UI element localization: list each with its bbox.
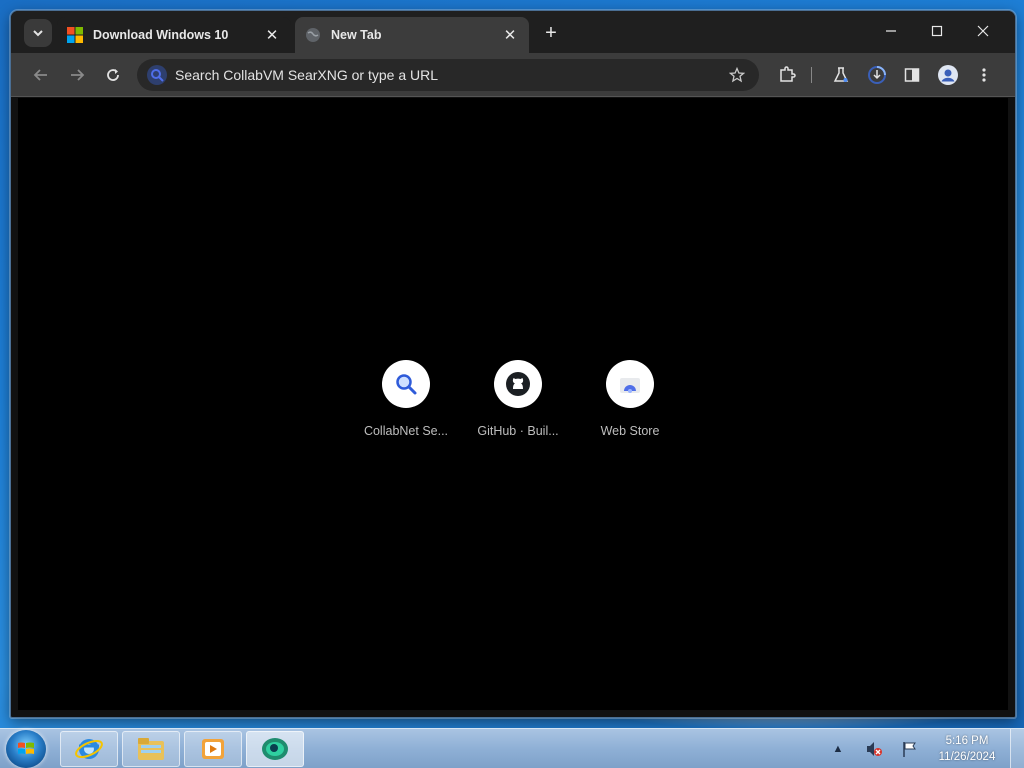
new-tab-button[interactable]: + bbox=[539, 21, 563, 45]
taskbar-file-explorer[interactable] bbox=[122, 731, 180, 767]
system-tray: ▲ 5:16 PM 11/26/2024 bbox=[820, 729, 1024, 768]
side-panel-icon bbox=[904, 68, 920, 82]
clock-time: 5:16 PM bbox=[945, 735, 989, 747]
github-icon bbox=[506, 372, 530, 396]
tab-strip: Download Windows 10 ✕ New Tab ✕ + bbox=[11, 11, 1015, 53]
minimize-button[interactable] bbox=[869, 17, 913, 45]
globe-icon bbox=[306, 28, 320, 42]
maximize-button[interactable] bbox=[915, 17, 959, 45]
show-desktop-button[interactable] bbox=[1010, 729, 1024, 768]
shortcut-icon-circle bbox=[382, 360, 430, 408]
action-center-button[interactable] bbox=[898, 737, 922, 761]
download-progress-icon bbox=[868, 66, 886, 84]
windows-start-icon bbox=[18, 742, 34, 754]
shortcut-label: GitHub · Buil... bbox=[477, 424, 559, 438]
taskbar-media-player[interactable] bbox=[184, 731, 242, 767]
arrow-left-icon bbox=[33, 69, 47, 81]
tab-close-button[interactable]: ✕ bbox=[501, 26, 519, 44]
star-icon bbox=[729, 67, 745, 83]
tab-search-button[interactable] bbox=[24, 19, 52, 47]
reload-button[interactable] bbox=[99, 61, 127, 89]
address-bar[interactable] bbox=[137, 59, 759, 91]
action-center-flag-icon bbox=[903, 742, 916, 757]
media-player-icon bbox=[202, 739, 224, 759]
tab-download-windows[interactable]: Download Windows 10 ✕ bbox=[57, 17, 291, 53]
close-window-button[interactable] bbox=[961, 17, 1005, 45]
browser-app-icon bbox=[262, 738, 288, 760]
shortcut-label: CollabNet Se... bbox=[363, 424, 449, 438]
shortcut-label: Web Store bbox=[600, 424, 660, 438]
taskbar: ▲ 5:16 PM 11/26/2024 bbox=[0, 728, 1024, 768]
volume-muted-icon bbox=[867, 742, 882, 756]
tab-title: Download Windows 10 bbox=[93, 28, 229, 42]
volume-button[interactable] bbox=[862, 737, 886, 761]
shortcut-icon-circle bbox=[606, 360, 654, 408]
puzzle-piece-icon bbox=[780, 66, 796, 82]
shortcut-tiles: CollabNet Se... GitHub · Buil... Web Sto… bbox=[350, 360, 686, 438]
tab-title: New Tab bbox=[331, 28, 382, 42]
avatar-icon bbox=[938, 65, 958, 85]
show-hidden-icons-button[interactable]: ▲ bbox=[826, 737, 850, 761]
minimize-icon bbox=[886, 30, 896, 32]
side-panel-button[interactable] bbox=[898, 61, 926, 89]
chevron-down-icon bbox=[33, 30, 43, 37]
toolbar-divider bbox=[811, 67, 812, 83]
start-button[interactable] bbox=[6, 730, 46, 768]
windows-logo-icon bbox=[67, 27, 83, 43]
tab-close-button[interactable]: ✕ bbox=[263, 26, 281, 44]
clock-date: 11/26/2024 bbox=[938, 751, 996, 763]
bookmark-star-button[interactable] bbox=[723, 61, 751, 89]
new-tab-page: CollabNet Se... GitHub · Buil... Web Sto… bbox=[18, 98, 1008, 710]
magnifier-icon bbox=[396, 374, 417, 395]
file-explorer-icon bbox=[138, 738, 164, 760]
kebab-menu-icon bbox=[982, 68, 986, 82]
profile-button[interactable] bbox=[934, 61, 962, 89]
back-button[interactable] bbox=[27, 61, 55, 89]
browser-window: Download Windows 10 ✕ New Tab ✕ + Search… bbox=[10, 10, 1016, 718]
arrow-right-icon bbox=[71, 69, 85, 81]
close-icon bbox=[977, 25, 989, 37]
clock[interactable]: 5:16 PM 11/26/2024 bbox=[928, 733, 1006, 765]
browser-toolbar bbox=[11, 53, 1015, 97]
forward-button[interactable] bbox=[63, 61, 91, 89]
reload-icon bbox=[107, 69, 119, 81]
menu-button[interactable] bbox=[970, 61, 998, 89]
shortcut-github[interactable]: GitHub · Buil... bbox=[462, 360, 574, 438]
maximize-icon bbox=[931, 25, 943, 37]
search-engine-icon bbox=[147, 65, 167, 85]
taskbar-browser[interactable] bbox=[246, 731, 304, 767]
downloads-button[interactable] bbox=[863, 61, 891, 89]
address-input[interactable] bbox=[175, 67, 723, 83]
flask-icon bbox=[833, 67, 849, 82]
tab-new-tab[interactable]: New Tab ✕ bbox=[295, 17, 529, 53]
internet-explorer-icon bbox=[75, 739, 103, 759]
shortcut-web-store[interactable]: Web Store bbox=[574, 360, 686, 438]
extensions-button[interactable] bbox=[773, 61, 801, 89]
web-store-icon bbox=[620, 378, 640, 393]
shortcut-icon-circle bbox=[494, 360, 542, 408]
taskbar-internet-explorer[interactable] bbox=[60, 731, 118, 767]
shortcut-collabnet-search[interactable]: CollabNet Se... bbox=[350, 360, 462, 438]
labs-button[interactable] bbox=[827, 61, 855, 89]
